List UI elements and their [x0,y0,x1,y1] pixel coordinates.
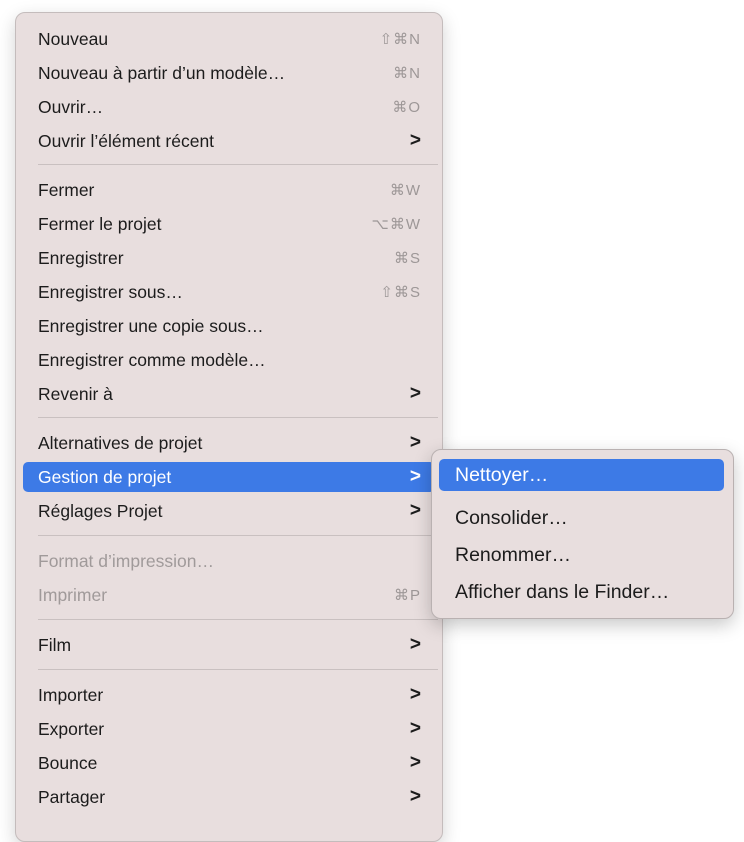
chevron-right-icon: > [409,130,421,151]
menu-item-fermer[interactable]: Fermer ⌘W [23,175,435,205]
menu-item-ouvrir[interactable]: Ouvrir… ⌘O [23,92,435,122]
shortcut-label: ⇧⌘N [379,31,421,48]
chevron-right-icon: > [409,634,421,655]
menu-item-label: Enregistrer une copie sous… [38,315,264,336]
menu-item-label: Format d’impression… [38,550,215,571]
chevron-right-icon: > [409,432,421,453]
menu-item-nouveau-a-partir-modele[interactable]: Nouveau à partir d’un modèle… ⌘N [23,58,435,88]
menu-item-label: Revenir à [38,383,113,404]
menu-item-label: Gestion de projet [38,466,172,487]
menu-item-label: Ouvrir… [38,96,104,117]
menu-item-label: Importer [38,684,104,705]
menu-item-label: Alternatives de projet [38,432,203,453]
shortcut-label: ⇧⌘S [380,284,421,301]
submenu-item-consolider[interactable]: Consolider… [439,502,724,534]
menu-separator [38,535,438,536]
chevron-right-icon: > [409,383,421,404]
shortcut-label: ⌘N [393,65,421,82]
menu-item-revenir-a[interactable]: Revenir à > [23,379,435,409]
shortcut-label: ⌘O [392,99,421,116]
file-menu: Nouveau ⇧⌘N Nouveau à partir d’un modèle… [15,12,443,842]
menu-item-label: Nouveau [38,28,109,49]
chevron-right-icon: > [409,718,421,739]
chevron-right-icon: > [409,752,421,773]
shortcut-label: ⌘W [389,182,421,199]
submenu-item-label: Renommer… [455,543,571,566]
submenu-item-afficher-dans-le-finder[interactable]: Afficher dans le Finder… [439,576,724,608]
menu-item-gestion-de-projet[interactable]: Gestion de projet > [23,462,435,492]
menu-separator [38,417,438,418]
menu-item-exporter[interactable]: Exporter > [23,714,435,744]
shortcut-label: ⌥⌘W [371,216,421,233]
menu-item-label: Fermer le projet [38,213,162,234]
menu-item-label: Enregistrer sous… [38,281,183,302]
gestion-de-projet-submenu: Nettoyer… Consolider… Renommer… Afficher… [431,449,734,619]
menu-item-label: Imprimer [38,584,108,605]
menu-item-label: Partager [38,786,106,807]
submenu-item-label: Nettoyer… [455,463,549,486]
chevron-right-icon: > [409,684,421,705]
shortcut-label: ⌘S [393,250,421,267]
menu-item-importer[interactable]: Importer > [23,680,435,710]
menu-item-label: Fermer [38,179,95,200]
submenu-item-nettoyer[interactable]: Nettoyer… [439,459,724,491]
menu-item-format-impression: Format d’impression… [23,546,435,576]
menu-item-enregistrer[interactable]: Enregistrer ⌘S [23,243,435,273]
shortcut-label: ⌘P [393,587,421,604]
submenu-item-renommer[interactable]: Renommer… [439,539,724,571]
menu-item-label: Nouveau à partir d’un modèle… [38,62,286,83]
menu-item-label: Enregistrer [38,247,124,268]
menu-item-fermer-le-projet[interactable]: Fermer le projet ⌥⌘W [23,209,435,239]
menu-item-nouveau[interactable]: Nouveau ⇧⌘N [23,24,435,54]
menu-item-label: Enregistrer comme modèle… [38,349,266,370]
submenu-item-label: Afficher dans le Finder… [455,580,670,603]
submenu-item-label: Consolider… [455,506,568,529]
menu-item-reglages-projet[interactable]: Réglages Projet > [23,496,435,526]
menu-item-label: Ouvrir l’élément récent [38,130,215,151]
chevron-right-icon: > [409,466,421,487]
menu-item-bounce[interactable]: Bounce > [23,748,435,778]
menu-item-ouvrir-element-recent[interactable]: Ouvrir l’élément récent > [23,126,435,156]
menu-item-label: Film [38,634,72,655]
chevron-right-icon: > [409,500,421,521]
menu-separator [38,669,438,670]
menu-item-imprimer: Imprimer ⌘P [23,580,435,610]
menu-separator [38,619,438,620]
menu-item-alternatives-de-projet[interactable]: Alternatives de projet > [23,428,435,458]
menu-item-label: Exporter [38,718,105,739]
menu-item-enregistrer-une-copie-sous[interactable]: Enregistrer une copie sous… [23,311,435,341]
menu-separator [38,164,438,165]
chevron-right-icon: > [409,786,421,807]
menu-item-label: Réglages Projet [38,500,163,521]
menu-item-partager[interactable]: Partager > [23,782,435,812]
menu-item-film[interactable]: Film > [23,630,435,660]
menu-item-label: Bounce [38,752,98,773]
menu-item-enregistrer-comme-modele[interactable]: Enregistrer comme modèle… [23,345,435,375]
menu-item-enregistrer-sous[interactable]: Enregistrer sous… ⇧⌘S [23,277,435,307]
